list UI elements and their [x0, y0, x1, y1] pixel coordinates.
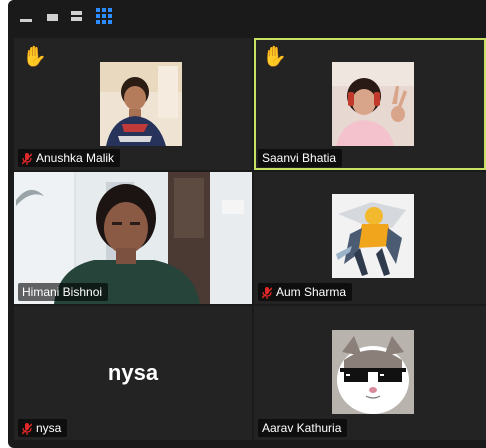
- participant-video: [332, 194, 414, 278]
- participant-tile[interactable]: Aum Sharma: [254, 172, 486, 304]
- participant-tile[interactable]: nysa nysa: [14, 306, 252, 440]
- participant-tile[interactable]: Himani Bishnoi: [14, 172, 252, 304]
- participant-tile[interactable]: ✋ Saanvi Bhatia: [254, 38, 486, 170]
- participant-nameplate: nysa: [18, 419, 68, 437]
- meeting-window: ✋ Anushka Malik ✋ Saanvi Bhatia Himani B…: [8, 0, 486, 448]
- minimize-icon[interactable]: [20, 8, 34, 24]
- participant-tile[interactable]: ✋ Anushka Malik: [14, 38, 252, 170]
- participant-name: Aum Sharma: [276, 285, 347, 299]
- gallery-view-icon[interactable]: [96, 8, 112, 24]
- participant-nameplate: Saanvi Bhatia: [258, 149, 343, 167]
- participant-nameplate: Himani Bishnoi: [18, 283, 109, 301]
- participant-video: [100, 62, 182, 146]
- participant-nameplate: Aarav Kathuria: [258, 419, 348, 437]
- participant-name: Saanvi Bhatia: [262, 151, 337, 165]
- participant-name: nysa: [36, 421, 62, 435]
- participant-name: Himani Bishnoi: [22, 285, 103, 299]
- stop-video-icon[interactable]: [46, 8, 60, 24]
- participant-name: Anushka Malik: [36, 151, 115, 165]
- participant-tile[interactable]: Aarav Kathuria: [254, 306, 486, 440]
- participant-name: Aarav Kathuria: [262, 421, 342, 435]
- raised-hand-icon: ✋: [22, 46, 47, 68]
- muted-mic-icon: [262, 286, 272, 299]
- participant-nameplate: Anushka Malik: [18, 149, 121, 167]
- muted-mic-icon: [22, 152, 32, 165]
- speaker-view-icon[interactable]: [70, 8, 84, 24]
- muted-mic-icon: [22, 422, 32, 435]
- participant-video: [332, 330, 414, 414]
- participant-nameplate: Aum Sharma: [258, 283, 353, 301]
- view-toolbar: [8, 0, 486, 36]
- participant-video: [332, 62, 414, 146]
- raised-hand-icon: ✋: [262, 46, 287, 68]
